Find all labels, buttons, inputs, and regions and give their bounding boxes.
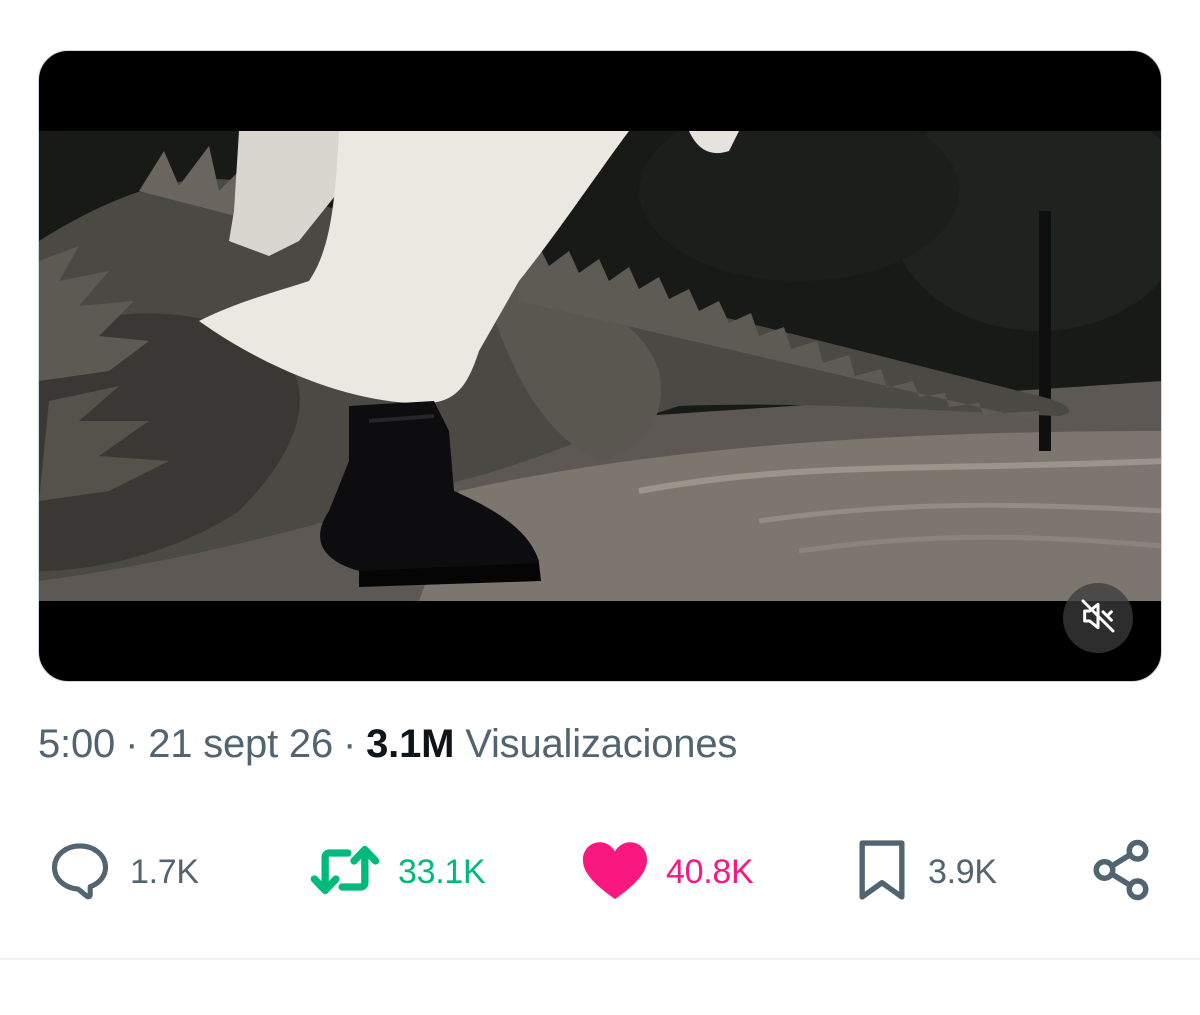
views-label: Visualizaciones [465, 722, 738, 766]
share-button[interactable] [1088, 830, 1154, 914]
reply-count: 1.7K [130, 852, 199, 891]
like-count: 40.8K [666, 852, 754, 891]
retweet-button[interactable]: 33.1K [308, 830, 486, 914]
video-still-image [39, 131, 1161, 601]
tweet-time[interactable]: 5:00 [38, 722, 115, 766]
share-icon [1088, 837, 1154, 908]
bookmark-icon [852, 836, 912, 909]
action-bar: 1.7K 33.1K 40.8K 3.9K [0, 830, 1200, 914]
views-count: 3.1M [366, 722, 455, 766]
reply-bubble-icon [46, 836, 114, 909]
reply-button[interactable]: 1.7K [46, 830, 199, 914]
like-button[interactable]: 40.8K [580, 830, 754, 914]
bookmark-count: 3.9K [928, 852, 997, 891]
heart-icon [580, 837, 650, 908]
meta-separator: · [125, 722, 139, 766]
video-frame[interactable] [39, 131, 1161, 601]
divider [0, 958, 1200, 960]
video-player[interactable] [38, 50, 1162, 682]
speaker-muted-icon [1078, 596, 1118, 641]
meta-separator: · [343, 722, 357, 766]
unmute-button[interactable] [1063, 583, 1133, 653]
tweet-metadata: 5:00 · 21 sept 26 · 3.1M Visualizaciones [38, 722, 737, 767]
bookmark-button[interactable]: 3.9K [852, 830, 997, 914]
retweet-icon [308, 836, 382, 909]
views[interactable]: 3.1M Visualizaciones [366, 722, 737, 766]
tweet-date[interactable]: 21 sept 26 [148, 722, 333, 766]
retweet-count: 33.1K [398, 852, 486, 891]
